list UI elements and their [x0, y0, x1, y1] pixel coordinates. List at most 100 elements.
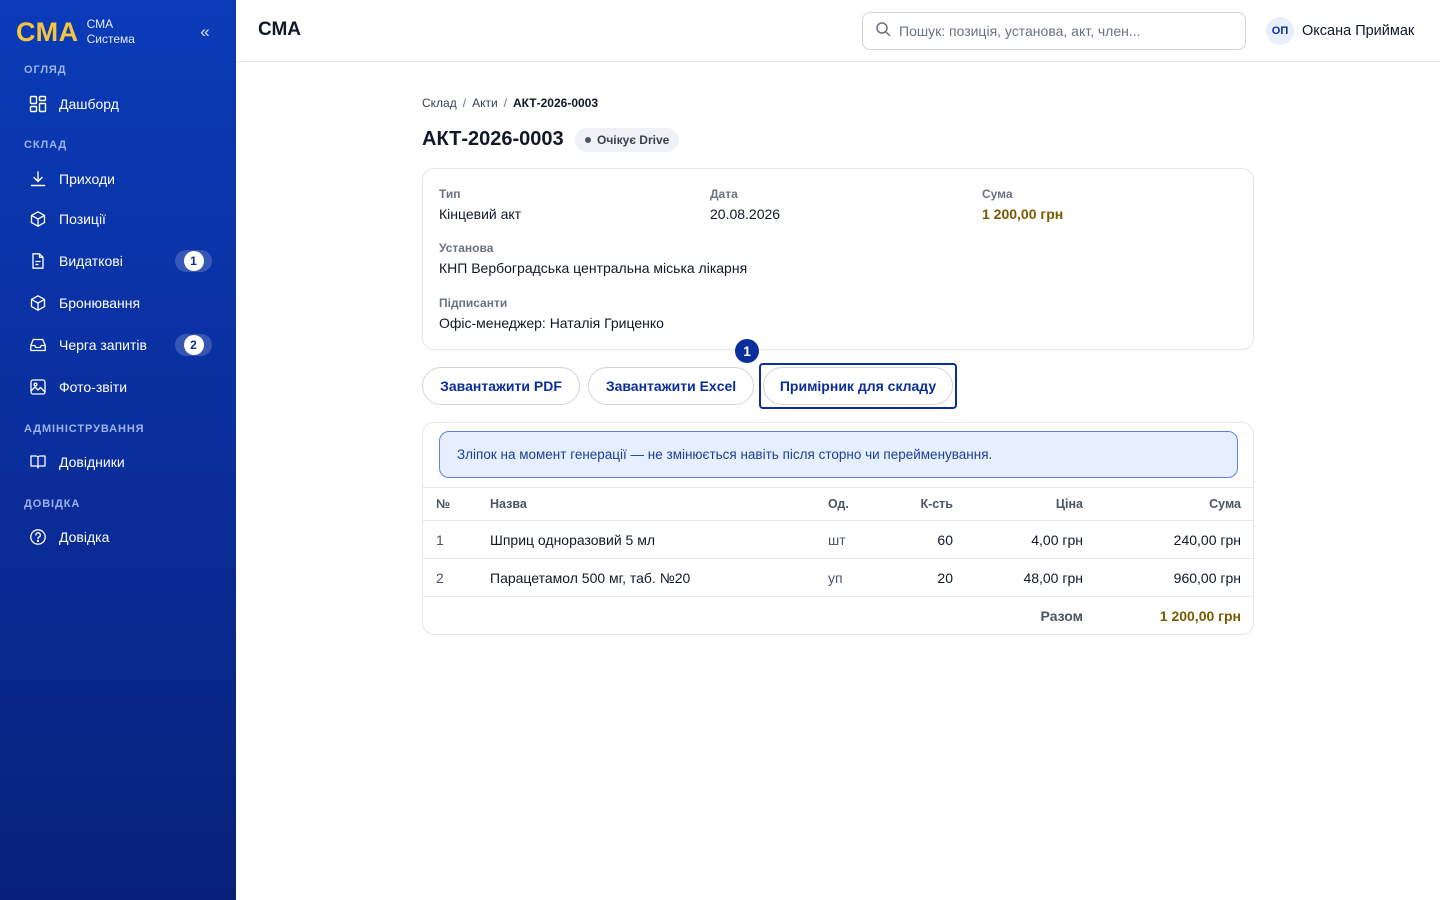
- total-value: 1 200,00 грн: [1159, 608, 1241, 624]
- brand-line-2: Система: [86, 32, 135, 46]
- count-badge: 1: [175, 250, 212, 272]
- table-row: 2 Парацетамол 500 мг, таб. №20 уп 20 48,…: [423, 559, 1253, 597]
- box-icon: [28, 209, 48, 229]
- col-num: №: [436, 497, 450, 511]
- search-box[interactable]: [862, 12, 1246, 50]
- field-type: Тип Кінцевий акт: [439, 187, 521, 222]
- sidebar: СМА СМА Система « ОГЛЯД Дашборд СКЛАД Пр…: [0, 0, 236, 900]
- document-icon: [28, 251, 48, 271]
- table-row: 1 Шприц одноразовий 5 мл шт 60 4,00 грн …: [423, 521, 1253, 559]
- field-value: Кінцевий акт: [439, 206, 522, 222]
- sidebar-item-reservations[interactable]: Бронювання: [16, 285, 220, 321]
- brand-text: СМА Система: [87, 17, 135, 47]
- sidebar-item-label: Бронювання: [59, 295, 141, 311]
- section-overview: ОГЛЯД: [24, 64, 67, 76]
- box-icon: [28, 293, 48, 313]
- sidebar-item-photo-reports[interactable]: Фото-звіти: [16, 369, 220, 405]
- dashboard-icon: [28, 94, 48, 114]
- status-badge: Очікує Drive: [575, 128, 680, 152]
- field-label: Установа: [439, 241, 494, 255]
- sidebar-item-label: Позиції: [59, 211, 106, 227]
- section-warehouse: СКЛАД: [24, 139, 68, 151]
- field-label: Тип: [439, 187, 461, 201]
- help-icon: [28, 527, 48, 547]
- sidebar-item-label: Черга запитів: [59, 337, 147, 353]
- breadcrumb-link-warehouse[interactable]: Склад: [422, 96, 457, 110]
- field-institution: Установа КНП Вербоградська центральна мі…: [439, 241, 747, 276]
- sidebar-item-label: Довідка: [59, 529, 110, 545]
- inbox-icon: [28, 335, 48, 355]
- field-value: Офіс-менеджер: Наталія Гриценко: [439, 315, 664, 331]
- cell-price: 48,00 грн: [1023, 569, 1083, 586]
- warehouse-copy-button[interactable]: Примірник для складу: [763, 367, 953, 405]
- user-name: Оксана Приймак: [1302, 23, 1415, 39]
- sidebar-item-dashboard[interactable]: Дашборд: [16, 86, 220, 122]
- search-icon: [875, 21, 891, 42]
- breadcrumb-current: АКТ-2026-0003: [513, 96, 599, 110]
- sidebar-item-receipts[interactable]: Приходи: [16, 161, 220, 197]
- search-input[interactable]: [899, 23, 1229, 39]
- step-marker: 1: [735, 339, 759, 363]
- breadcrumb-separator: /: [462, 96, 467, 110]
- download-excel-button[interactable]: Завантажити Excel: [588, 367, 754, 405]
- sidebar-item-label: Видаткові: [59, 253, 123, 269]
- brand[interactable]: СМА СМА Система: [16, 14, 135, 50]
- user-menu[interactable]: ОП Оксана Приймак: [1266, 17, 1414, 45]
- col-price: Ціна: [1055, 497, 1083, 511]
- collapse-sidebar-button[interactable]: «: [196, 22, 214, 42]
- cell-sum: 240,00 грн: [1173, 531, 1241, 548]
- sidebar-item-help[interactable]: Довідка: [16, 519, 220, 555]
- download-pdf-button[interactable]: Завантажити PDF: [422, 367, 580, 405]
- sidebar-item-invoices[interactable]: Видаткові 1: [16, 243, 220, 279]
- sidebar-item-label: Фото-звіти: [59, 379, 128, 395]
- status-dot-icon: [585, 137, 591, 143]
- field-label: Підписанти: [439, 296, 508, 310]
- col-name: Назва: [490, 497, 527, 511]
- cell-sum: 960,00 грн: [1173, 569, 1241, 586]
- act-details-card: Тип Кінцевий акт Дата 20.08.2026 Сума 1 …: [422, 168, 1254, 350]
- brand-logo: СМА: [16, 16, 79, 47]
- download-icon: [28, 169, 48, 189]
- section-help: ДОВІДКА: [24, 498, 81, 510]
- items-table-card: Зліпок на момент генерації — не змінюєть…: [422, 422, 1254, 635]
- top-header: СМА ОП Оксана Приймак: [236, 0, 1440, 62]
- page-title: АКТ-2026-0003: [422, 128, 564, 150]
- sidebar-item-directories[interactable]: Довідники: [16, 444, 220, 480]
- breadcrumb: Склад / Акти / АКТ-2026-0003: [422, 96, 598, 110]
- sidebar-item-label: Довідники: [59, 454, 125, 470]
- field-label: Сума: [982, 187, 1013, 201]
- section-administration: АДМІНІСТРУВАННЯ: [24, 423, 145, 435]
- sidebar-item-label: Дашборд: [59, 96, 119, 112]
- field-signers: Підписанти Офіс-менеджер: Наталія Грицен…: [439, 296, 664, 331]
- sidebar-item-request-queue[interactable]: Черга запитів 2: [16, 327, 220, 363]
- brand-line-1: СМА: [86, 17, 114, 31]
- status-label: Очікує Drive: [597, 133, 670, 147]
- total-label: Разом: [1040, 608, 1083, 624]
- table-header: № Назва Од. К-сть Ціна Сума: [423, 487, 1253, 521]
- field-value: 20.08.2026: [710, 206, 781, 222]
- cell-name: Парацетамол 500 мг, таб. №20: [490, 569, 691, 586]
- cell-price: 4,00 грн: [1031, 531, 1083, 548]
- avatar: ОП: [1266, 17, 1294, 45]
- book-icon: [28, 452, 48, 472]
- breadcrumb-separator: /: [503, 96, 508, 110]
- col-sum: Сума: [1209, 497, 1241, 511]
- sidebar-item-positions[interactable]: Позиції: [16, 201, 220, 237]
- cell-num: 1: [436, 531, 444, 548]
- field-value: КНП Вербоградська центральна міська ліка…: [439, 260, 748, 276]
- cell-num: 2: [436, 569, 444, 586]
- breadcrumb-link-acts[interactable]: Акти: [472, 96, 498, 110]
- snapshot-notice: Зліпок на момент генерації — не змінюєть…: [439, 431, 1238, 478]
- count-badge: 2: [175, 334, 212, 356]
- col-qty: К-сть: [920, 497, 953, 511]
- field-value: 1 200,00 грн: [982, 206, 1064, 222]
- sidebar-item-label: Приходи: [59, 171, 115, 187]
- cell-name: Шприц одноразовий 5 мл: [490, 531, 655, 548]
- field-label: Дата: [710, 187, 738, 201]
- table-total-row: Разом 1 200,00 грн: [423, 597, 1253, 634]
- field-sum: Сума 1 200,00 грн: [982, 187, 1063, 222]
- app-title: СМА: [258, 19, 302, 40]
- image-icon: [28, 377, 48, 397]
- field-date: Дата 20.08.2026: [710, 187, 780, 222]
- cell-qty: 20: [937, 569, 953, 586]
